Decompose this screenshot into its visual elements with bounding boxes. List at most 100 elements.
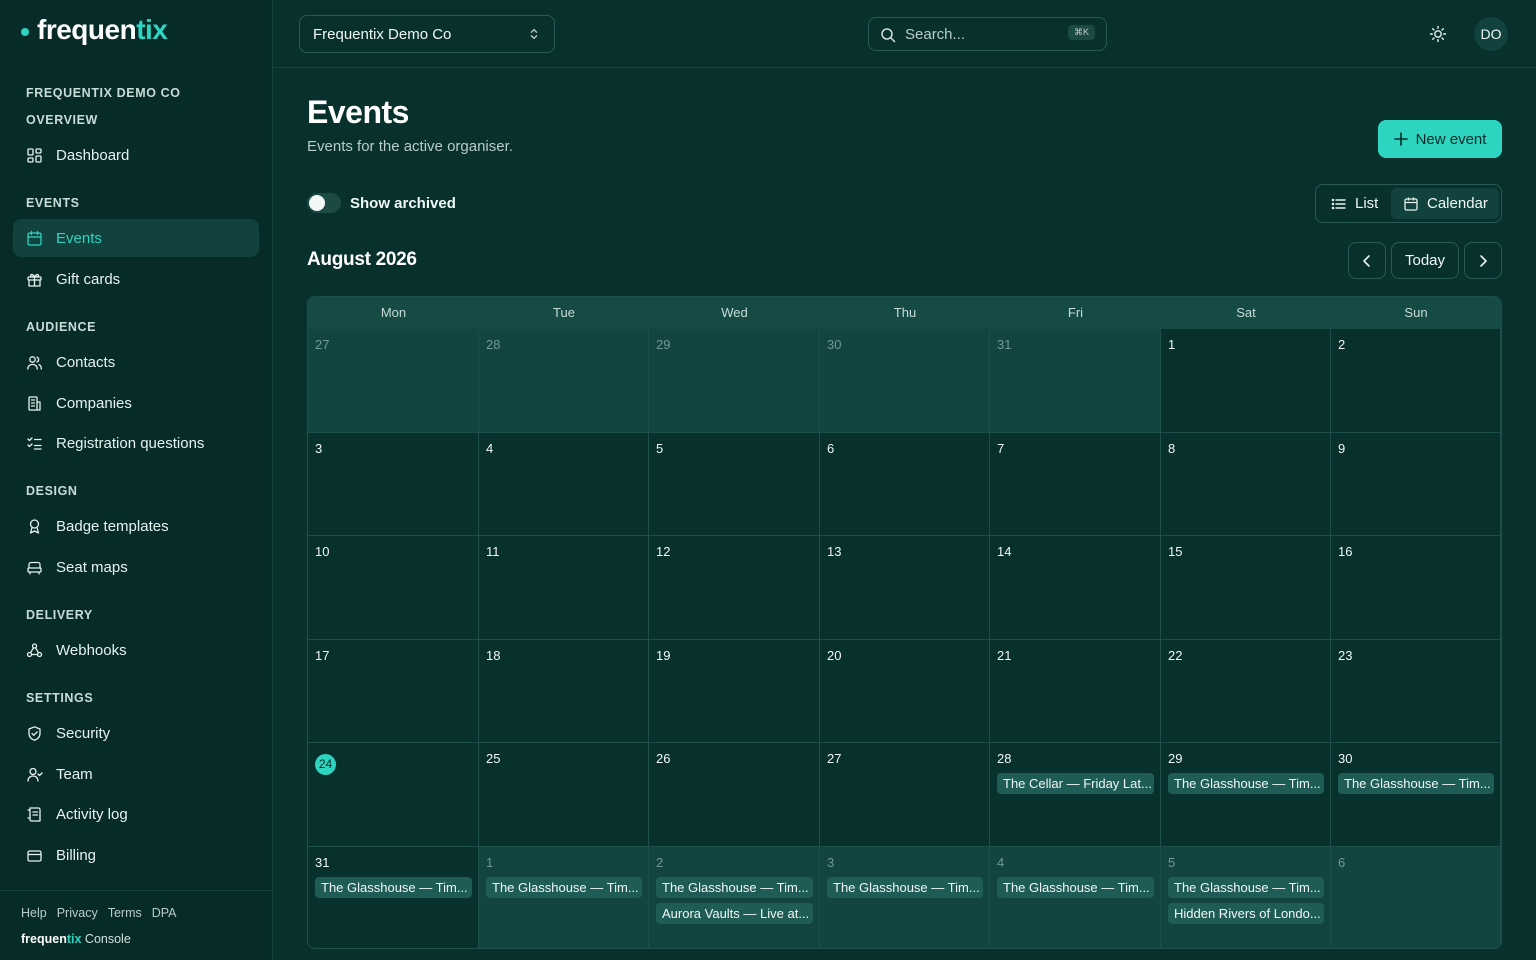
- calendar-event-chip[interactable]: The Glasshouse — Tim...: [1168, 773, 1324, 794]
- weekday-fri: Fri: [1067, 305, 1084, 320]
- avatar[interactable]: DO: [1474, 17, 1508, 51]
- org-select[interactable]: Frequentix Demo Co: [299, 15, 555, 53]
- new-event-label: New event: [1415, 130, 1487, 148]
- calendar-day-cell[interactable]: 3: [308, 432, 479, 536]
- calendar-day-cell[interactable]: 29 The Glasshouse — Tim...: [1161, 743, 1331, 847]
- calendar-day-cell[interactable]: 10: [308, 536, 479, 640]
- search-input[interactable]: Search... ⌘K: [868, 17, 1107, 51]
- calendar-day-cell[interactable]: 31: [990, 329, 1161, 433]
- calendar-day-cell[interactable]: 11: [479, 536, 649, 640]
- calendar-day-cell[interactable]: 3 The Glasshouse — Tim...: [820, 846, 990, 948]
- calendar-day-cell[interactable]: 25: [479, 743, 649, 847]
- day-number: 28: [997, 751, 1012, 766]
- calendar-day-cell[interactable]: 30 The Glasshouse — Tim...: [1331, 743, 1501, 847]
- footer-link-help[interactable]: Help: [21, 906, 47, 920]
- sidebar-item-activity-log[interactable]: Activity log: [13, 795, 259, 833]
- calendar-day-cell[interactable]: 18: [479, 639, 649, 743]
- sidebar-item-security[interactable]: Security: [13, 714, 259, 752]
- prev-month-button[interactable]: [1348, 242, 1386, 279]
- calendar-day-cell[interactable]: 15: [1161, 536, 1331, 640]
- list-view-label: List: [1355, 195, 1379, 212]
- sidebar-item-gift-cards[interactable]: Gift cards: [13, 260, 259, 298]
- calendar-event-chip[interactable]: The Glasshouse — Tim...: [1338, 773, 1494, 794]
- calendar-day-cell[interactable]: 1: [1161, 329, 1331, 433]
- calendar-view-button[interactable]: Calendar: [1391, 188, 1499, 219]
- sidebar-item-dashboard[interactable]: Dashboard: [13, 136, 259, 174]
- next-month-button[interactable]: [1464, 242, 1502, 279]
- calendar-day-cell[interactable]: 27: [308, 329, 479, 433]
- day-number: 5: [1168, 854, 1176, 870]
- calendar-day-cell[interactable]: 5 The Glasshouse — Tim... Hidden Rivers of…: [1161, 846, 1331, 948]
- calendar-event-chip[interactable]: Aurora Vaults — Live at...: [656, 902, 813, 924]
- day-number: 30: [1338, 751, 1353, 766]
- sidebar-item-badge-templates[interactable]: Badge templates: [13, 507, 259, 545]
- sidebar-item-contacts[interactable]: Contacts: [13, 343, 259, 381]
- calendar-day-cell[interactable]: 13: [820, 536, 990, 640]
- calendar-event-chip[interactable]: The Glasshouse — Tim...: [486, 876, 642, 898]
- calendar-day-cell[interactable]: 2 The Glasshouse — Tim... Aurora Vaults — …: [649, 846, 820, 948]
- search-shortcut: ⌘K: [1067, 25, 1095, 40]
- calendar-day-cell[interactable]: 17: [308, 639, 479, 743]
- calendar-icon: [27, 230, 42, 246]
- calendar-day-cell[interactable]: 28 The Cellar — Friday Lat...: [990, 743, 1161, 847]
- sidebar-section-delivery: DELIVERY: [26, 608, 93, 622]
- footer-link-dpa[interactable]: DPA: [152, 906, 177, 920]
- list-view-button[interactable]: List: [1319, 188, 1389, 219]
- calendar-day-cell[interactable]: 20: [820, 639, 990, 743]
- calendar-day-cell[interactable]: 26: [649, 743, 820, 847]
- calendar-day-cell[interactable]: 23: [1331, 639, 1501, 743]
- calendar-event-chip[interactable]: Hidden Rivers of Londo...: [1168, 902, 1324, 924]
- calendar-day-cell[interactable]: 4 The Glasshouse — Tim...: [990, 846, 1161, 948]
- calendar-event-chip[interactable]: The Glasshouse — Tim...: [1168, 876, 1324, 898]
- today-button[interactable]: Today: [1391, 242, 1459, 279]
- shield-icon: [28, 725, 41, 741]
- calendar-day-cell[interactable]: 4: [479, 432, 649, 536]
- show-archived-toggle[interactable]: Show archived: [307, 193, 456, 213]
- calendar-day-cell[interactable]: 14: [990, 536, 1161, 640]
- day-number: 16: [1338, 544, 1353, 559]
- calendar-day-cell[interactable]: 22: [1161, 639, 1331, 743]
- calendar-day-cell[interactable]: 16: [1331, 536, 1501, 640]
- calendar-day-cell[interactable]: 30: [820, 329, 990, 433]
- sidebar-item-seat-maps[interactable]: Seat maps: [13, 548, 259, 586]
- calendar-event-chip[interactable]: The Glasshouse — Tim...: [656, 876, 813, 898]
- chevron-left-icon: [1363, 254, 1370, 267]
- calendar-event-chip[interactable]: The Glasshouse — Tim...: [827, 876, 983, 898]
- calendar-view-label: Calendar: [1427, 195, 1488, 212]
- logo[interactable]: frequentix: [21, 14, 168, 46]
- sidebar-item-events[interactable]: Events: [13, 219, 259, 257]
- calendar-icon: [1404, 197, 1418, 211]
- calendar-day-cell[interactable]: 19: [649, 639, 820, 743]
- calendar-event-chip[interactable]: The Glasshouse — Tim...: [315, 876, 472, 898]
- footer-link-privacy[interactable]: Privacy: [57, 906, 98, 920]
- sun-icon[interactable]: [1429, 25, 1447, 43]
- calendar-day-cell[interactable]: 27: [820, 743, 990, 847]
- calendar-day-cell[interactable]: 5: [649, 432, 820, 536]
- calendar-day-cell[interactable]: 28: [479, 329, 649, 433]
- logo-text: frequentix: [37, 14, 168, 45]
- day-number: 25: [486, 751, 501, 766]
- calendar-day-cell[interactable]: 12: [649, 536, 820, 640]
- calendar-day-cell[interactable]: 24: [308, 743, 479, 847]
- sidebar-section-overview: OVERVIEW: [26, 113, 98, 127]
- calendar-day-cell[interactable]: 31 The Glasshouse — Tim...: [308, 846, 479, 948]
- sidebar-item-registration-questions[interactable]: Registration questions: [13, 424, 259, 462]
- calendar-day-cell[interactable]: 9: [1331, 432, 1501, 536]
- calendar-day-cell[interactable]: 2: [1331, 329, 1501, 433]
- calendar-day-cell[interactable]: 6: [1331, 846, 1501, 948]
- sidebar-item-team[interactable]: Team: [13, 755, 259, 793]
- calendar-day-cell[interactable]: 1 The Glasshouse — Tim...: [479, 846, 649, 948]
- calendar-day-cell[interactable]: 8: [1161, 432, 1331, 536]
- calendar-day-cell[interactable]: 7: [990, 432, 1161, 536]
- new-event-button[interactable]: New event: [1378, 120, 1502, 158]
- toggle-track[interactable]: [307, 193, 341, 213]
- calendar-event-chip[interactable]: The Glasshouse — Tim...: [997, 876, 1154, 898]
- calendar-event-chip[interactable]: The Cellar — Friday Lat...: [997, 773, 1154, 794]
- sidebar-item-webhooks[interactable]: Webhooks: [13, 631, 259, 669]
- sidebar-item-billing[interactable]: Billing: [13, 836, 259, 874]
- calendar-day-cell[interactable]: 21: [990, 639, 1161, 743]
- calendar-day-cell[interactable]: 6: [820, 432, 990, 536]
- footer-link-terms[interactable]: Terms: [108, 906, 142, 920]
- calendar-day-cell[interactable]: 29: [649, 329, 820, 433]
- sidebar-item-companies[interactable]: Companies: [13, 384, 259, 422]
